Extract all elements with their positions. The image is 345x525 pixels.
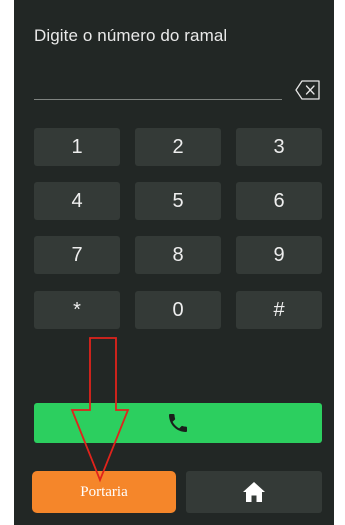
key-7[interactable]: 7	[34, 236, 120, 274]
key-0[interactable]: 0	[135, 291, 221, 329]
backspace-button[interactable]	[295, 80, 321, 100]
call-button[interactable]	[34, 403, 322, 443]
key-6[interactable]: 6	[236, 182, 322, 220]
home-button[interactable]	[186, 471, 322, 513]
home-icon	[243, 482, 265, 502]
extension-prompt: Digite o número do ramal	[34, 26, 228, 45]
key-hash[interactable]: #	[236, 291, 322, 329]
dial-screen: Digite o número do ramal 1 2 3 4 5 6 7 8…	[14, 0, 334, 525]
key-1[interactable]: 1	[34, 128, 120, 166]
backspace-icon	[295, 80, 320, 100]
key-9[interactable]: 9	[236, 236, 322, 274]
key-8[interactable]: 8	[135, 236, 221, 274]
extension-input[interactable]	[34, 99, 282, 100]
key-2[interactable]: 2	[135, 128, 221, 166]
portaria-button[interactable]: Portaria	[32, 471, 176, 513]
key-4[interactable]: 4	[34, 182, 120, 220]
key-3[interactable]: 3	[236, 128, 322, 166]
key-star[interactable]: *	[34, 291, 120, 329]
key-5[interactable]: 5	[135, 182, 221, 220]
phone-icon	[169, 414, 187, 432]
